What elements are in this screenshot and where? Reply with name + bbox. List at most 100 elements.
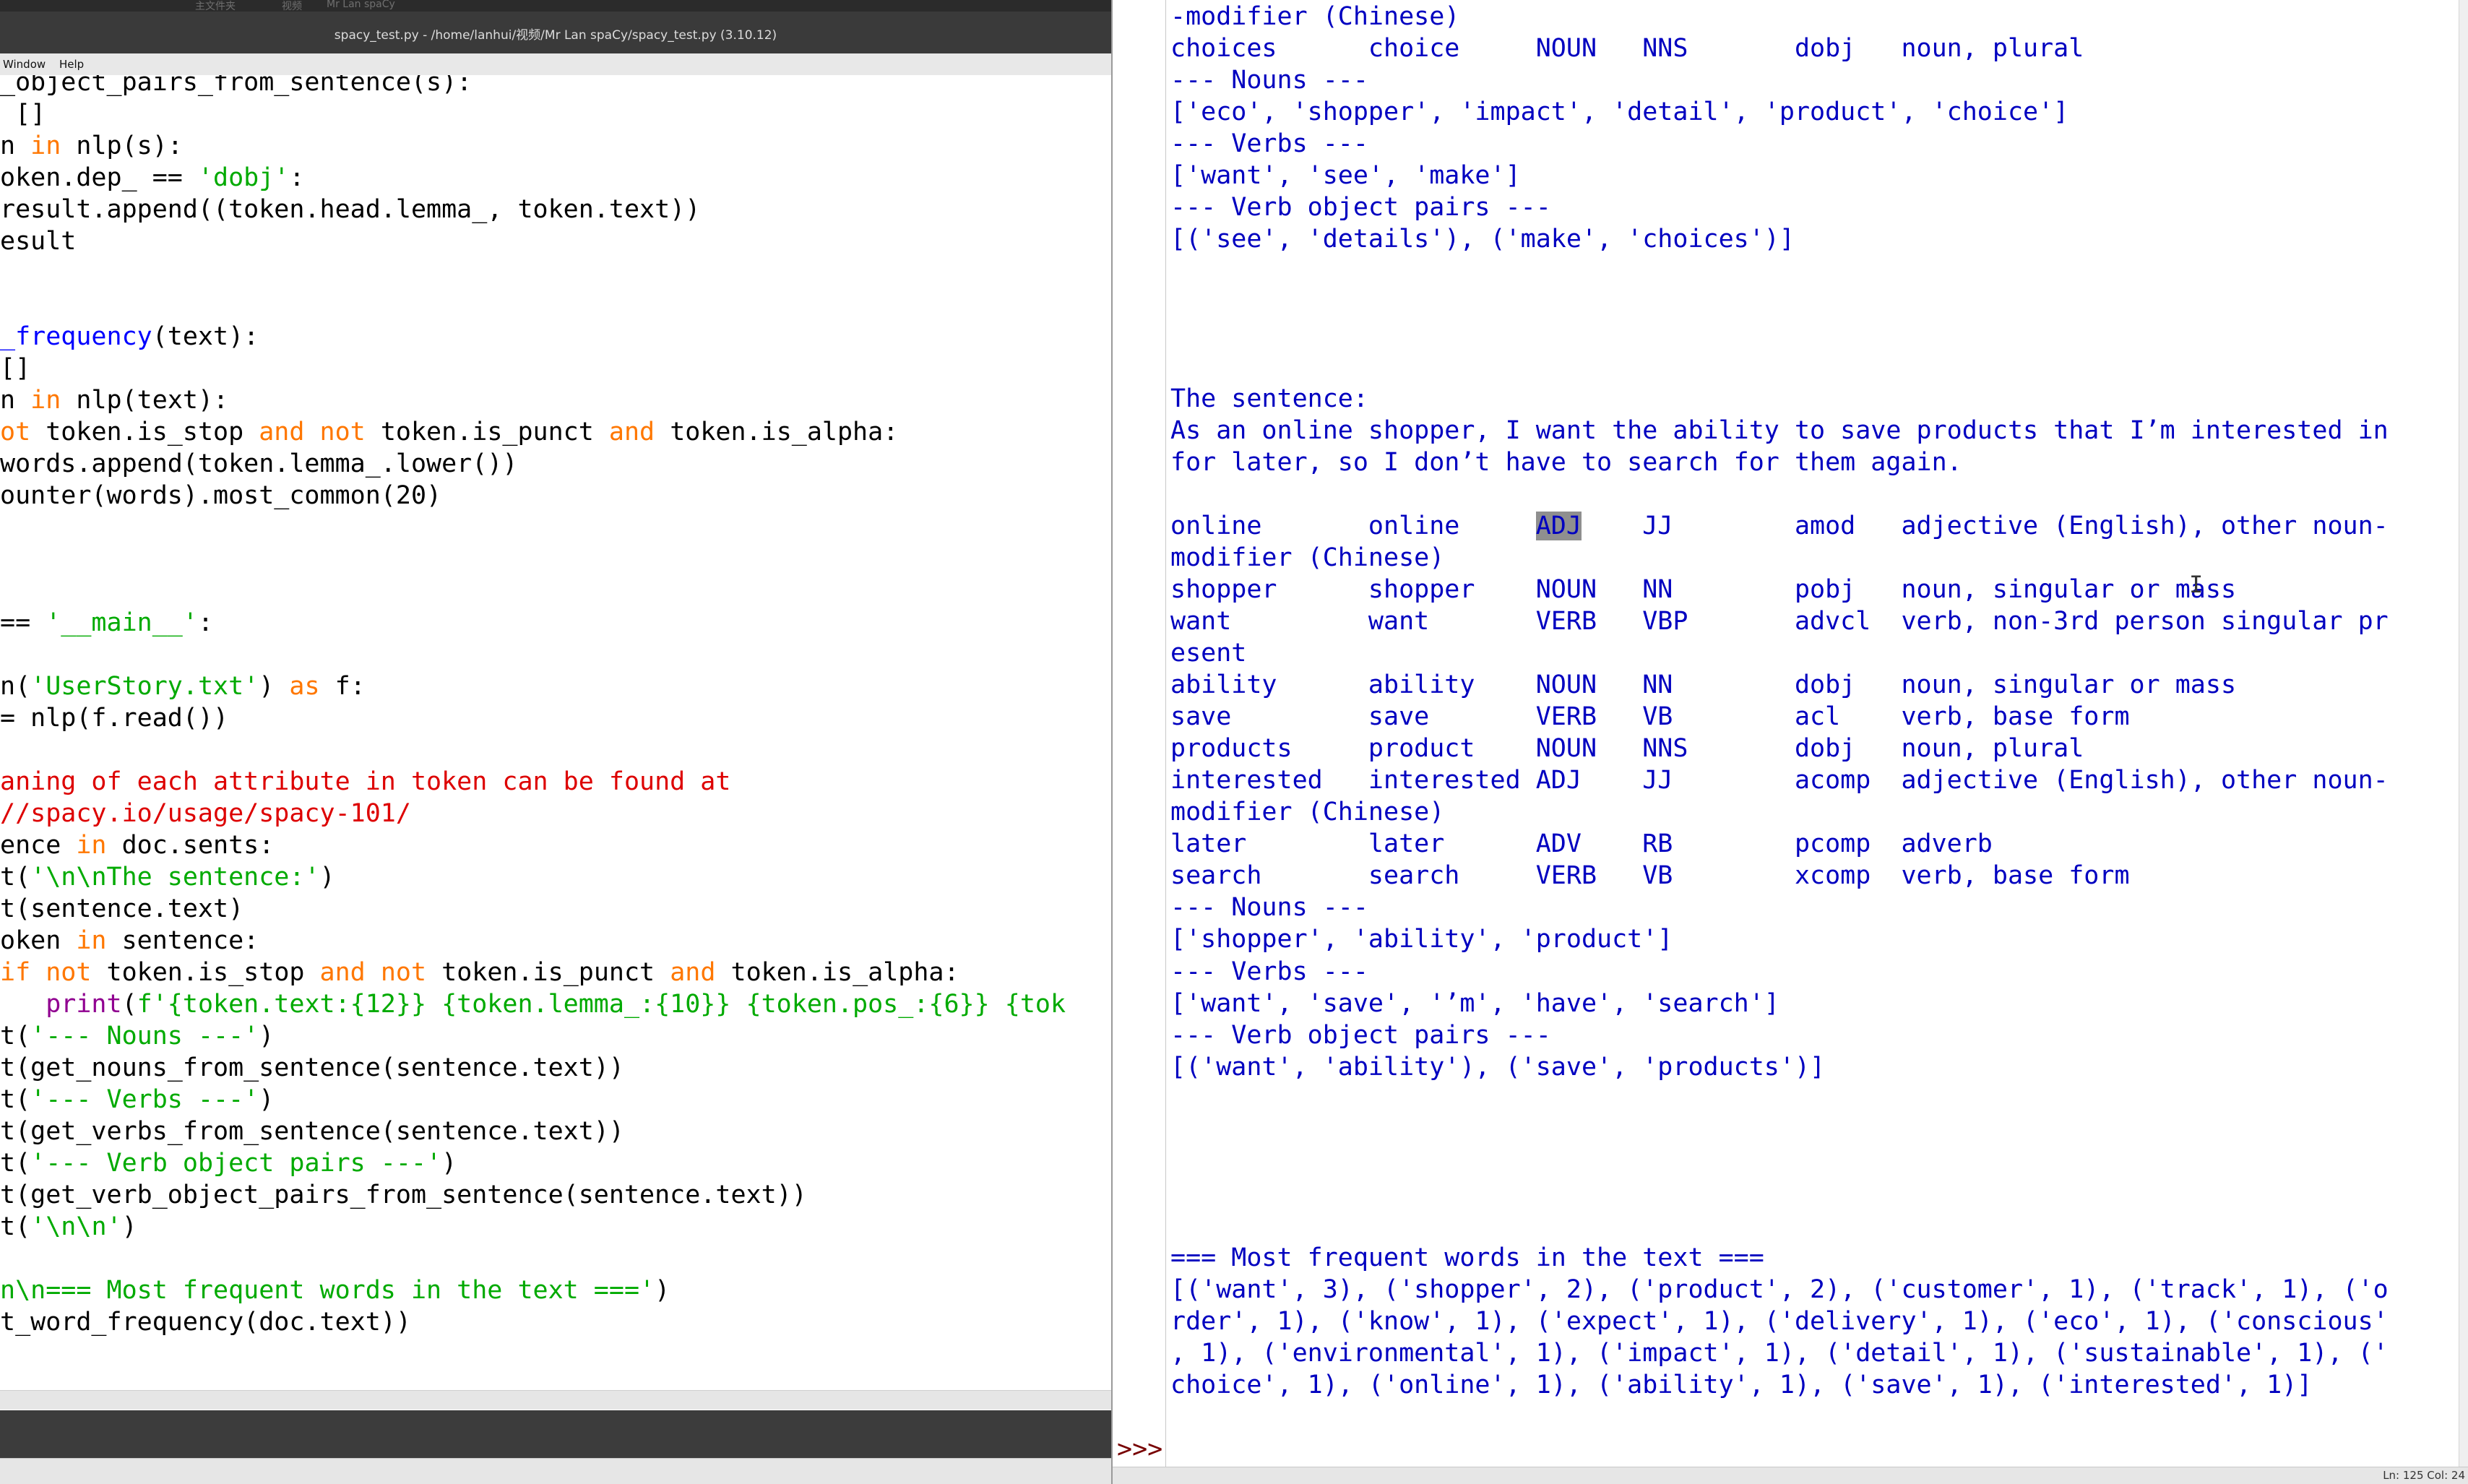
code-token: '--- Verbs ---' [30,1085,259,1114]
code-token: oken.dep_ == [0,163,198,192]
horizontal-scrollbar[interactable] [0,1390,1111,1410]
code-line: t('\n\n') [0,1212,137,1241]
code-token: in [76,926,107,955]
code-line: if not token.is_stop and not token.is_pu… [0,958,959,987]
code-token: ( [121,990,137,1019]
shell-output-line: As an online shopper, I want the ability… [1170,415,2389,445]
shell-output-line: choice', 1), ('online', 1), ('ability', … [1170,1371,2313,1400]
shell-output-line: [('want', 3), ('shopper', 2), ('product'… [1170,1275,2389,1304]
shell-output-line: === Most frequent words in the text === [1170,1243,1764,1272]
code-line: result.append((token.head.lemma_, token.… [0,195,700,224]
shell-output-line: -modifier (Chinese) [1170,2,1460,31]
shell-output-line: online online ADJ JJ amod adjective (Eng… [1170,511,2389,540]
code-line: ence in doc.sents: [0,831,274,860]
code-token: and [259,418,305,447]
code-token: t(get_verb_object_pairs_from_sentence(se… [0,1181,807,1209]
code-token: sentence: [106,926,259,955]
code-token: n( [0,672,31,701]
code-token: in [30,131,61,160]
code-token: if [0,958,31,987]
code-token: '__main__' [46,608,198,637]
code-token: t_word_frequency(doc.text)) [0,1308,411,1337]
code-token: token.is_stop [91,958,320,987]
code-token: not [380,958,427,987]
code-line: t(get_nouns_from_sentence(sentence.text)… [0,1053,624,1082]
code-line: == '__main__': [0,608,213,637]
code-line: n('UserStory.txt') as f: [0,672,366,701]
code-token: nlp(text): [61,386,229,415]
code-line: n\n=== Most frequent words in the text =… [0,1276,670,1305]
code-token: ) [259,672,290,701]
breadcrumb-item[interactable]: Mr Lan spaCy [327,0,395,10]
shell-output-line: save save VERB VB acl verb, base form [1170,702,2130,732]
code-token: '--- Verb object pairs ---' [30,1149,442,1178]
code-token: : [289,163,305,192]
shell-prompt[interactable]: >>> [1117,1435,1162,1464]
code-token: doc.sents: [106,831,275,860]
vertical-scrollbar[interactable] [2459,0,2468,1467]
code-line: [] [0,354,30,383]
code-token: in [30,386,61,415]
code-line: words.append(token.lemma_.lower()) [0,449,517,478]
menu-window[interactable]: Window [3,58,46,71]
cursor-position: Ln: 125 Col: 24 [2383,1469,2465,1482]
code-token: '\n\nThe sentence:' [30,863,320,892]
code-token: result.append((token.head.lemma_, token.… [0,195,701,224]
code-token: ) [259,1085,275,1114]
code-line: _frequency(text): [0,322,259,351]
code-token: t( [0,1212,31,1241]
shell-output-line: interested interested ADJ JJ acomp adjec… [1170,766,2389,795]
code-token: esult [0,227,77,256]
code-editor-window: 主文件夹 视频 Mr Lan spaCy spacy_test.py - /ho… [0,0,1111,1484]
code-token: token.is_alpha: [655,418,899,447]
text-cursor-icon: I [2189,571,2204,598]
code-token: ) [259,1022,275,1051]
code-token: t( [0,1022,31,1051]
shell-output-line: --- Verb object pairs --- [1170,193,1551,223]
code-line: t_word_frequency(doc.text)) [0,1308,411,1337]
code-token: nlp(s): [61,131,183,160]
shell-output-line: modifier (Chinese) [1170,798,1445,827]
code-token: ounter(words).most_common(20) [0,481,442,510]
code-line: n in nlp(s): [0,131,183,160]
shell-output-line: shopper shopper NOUN NN pobj noun, singu… [1170,574,2237,604]
shell-output-line: --- Nouns --- [1170,893,1368,923]
selected-text: ADJ [1535,511,1582,540]
shell-output-line: --- Verbs --- [1170,129,1368,159]
shell-output-line: rder', 1), ('know', 1), ('expect', 1), (… [1170,1307,2389,1337]
code-token: ' [639,1276,655,1305]
code-line: esult [0,227,76,256]
code-token: aning of each attribute in token can be … [0,767,731,796]
code-token: t( [0,863,31,892]
code-token: : [197,608,214,637]
code-token: f: [319,672,366,701]
shell-output-line: [('want', 'ability'), ('save', 'products… [1170,1052,1826,1082]
menu-help[interactable]: Help [59,58,84,71]
shell-output-line: for later, so I don’t have to search for… [1170,447,1962,477]
code-line: _object_pairs_from_sentence(s): [0,75,472,97]
code-line: t(get_verb_object_pairs_from_sentence(se… [0,1181,807,1209]
editor-window-title: spacy_test.py - /home/lanhui/视频/Mr Lan s… [334,28,777,43]
code-token: ot [0,418,31,447]
code-token: _frequency [0,322,152,351]
code-area[interactable]: _object_pairs_from_sentence(s): [] n in n… [0,75,1111,1390]
code-token: in [76,831,107,860]
code-token: t( [0,1149,31,1178]
code-token: token.is_punct [365,418,609,447]
code-token: token.is_punct [426,958,670,987]
code-token: t(get_verbs_from_sentence(sentence.text)… [0,1117,624,1146]
code-token: '\n\n' [30,1212,122,1241]
shell-output-line: search search VERB VB xcomp verb, base f… [1170,861,2130,891]
prompt-gutter [1113,0,1166,1467]
code-token: ence [0,831,77,860]
shell-output-line: choices choice NOUN NNS dobj noun, plura… [1170,34,2084,64]
shell-output-line: later later ADV RB pcomp adverb [1170,829,1993,859]
editor-status-bar [0,1458,1111,1484]
shell-output-line: want want VERB VBP advcl verb, non-3rd p… [1170,606,2389,636]
code-line: ounter(words).most_common(20) [0,481,441,510]
code-token: and [670,958,716,987]
code-token: not [319,418,366,447]
shell-output-line: ['want', 'see', 'make'] [1170,161,1521,191]
